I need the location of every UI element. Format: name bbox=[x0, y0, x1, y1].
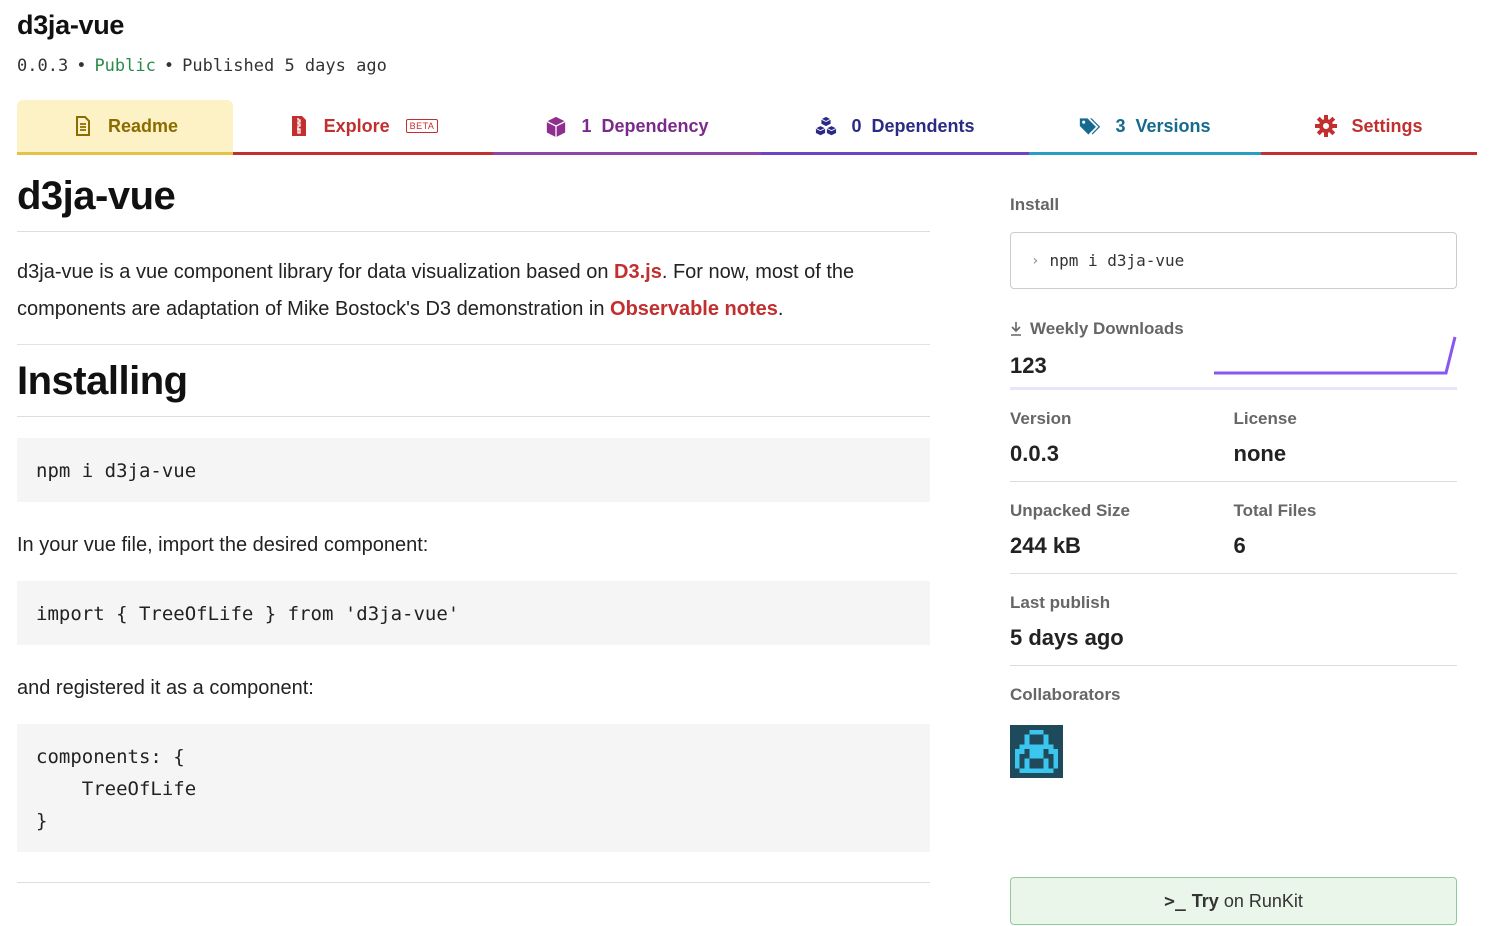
box-icon bbox=[545, 115, 567, 138]
code-block-import: import { TreeOfLife } from 'd3ja-vue' bbox=[17, 581, 930, 645]
published-label: Published 5 days ago bbox=[182, 56, 387, 76]
version-cell: Version 0.0.3 bbox=[1010, 409, 1234, 467]
version-license-row: Version 0.0.3 License none bbox=[1010, 390, 1457, 482]
tab-readme-label: Readme bbox=[107, 115, 179, 136]
collaborators-label: Collaborators bbox=[1010, 685, 1121, 704]
installing-heading: Installing bbox=[17, 359, 930, 417]
package-version: 0.0.3 bbox=[17, 56, 69, 76]
last-publish-value: 5 days ago bbox=[1010, 625, 1124, 650]
tab-settings[interactable]: Settings bbox=[1261, 100, 1477, 155]
tab-explore[interactable]: Explore BETA bbox=[233, 100, 493, 155]
boxes-icon bbox=[815, 115, 837, 137]
total-files-label: Total Files bbox=[1233, 501, 1317, 520]
last-publish-label: Last publish bbox=[1010, 593, 1111, 612]
tab-versions[interactable]: 3 Versions bbox=[1029, 100, 1261, 155]
d3js-link[interactable]: D3.js bbox=[614, 261, 662, 283]
beta-badge: BETA bbox=[405, 119, 439, 133]
weekly-downloads-label: Weekly Downloads bbox=[1030, 319, 1184, 338]
intro-text: . bbox=[777, 298, 784, 320]
unpacked-size-label: Unpacked Size bbox=[1010, 501, 1130, 520]
intro-text: d3ja-vue is a vue component library for … bbox=[17, 261, 615, 283]
last-publish-row: Last publish 5 days ago bbox=[1010, 574, 1457, 666]
readme-title: d3ja-vue bbox=[17, 172, 930, 232]
divider bbox=[17, 882, 930, 883]
visibility-label: Public bbox=[94, 56, 156, 76]
tab-explore-label: Explore bbox=[323, 115, 390, 136]
version-value: 0.0.3 bbox=[1010, 441, 1059, 466]
zip-file-icon bbox=[288, 115, 310, 137]
document-icon bbox=[72, 115, 94, 137]
meta-separator: • bbox=[76, 56, 87, 76]
meta-separator: • bbox=[163, 56, 175, 76]
tab-dependents[interactable]: 0 Dependents bbox=[761, 100, 1029, 155]
unpacked-size-cell: Unpacked Size 244 kB bbox=[1010, 501, 1234, 559]
package-sidebar: Install › npm i d3ja-vue Weekly Download… bbox=[1010, 195, 1457, 925]
gear-icon bbox=[1315, 115, 1338, 137]
register-paragraph: and registered it as a component: bbox=[17, 677, 314, 699]
version-label: Version bbox=[1010, 409, 1072, 428]
tags-icon bbox=[1079, 115, 1101, 137]
tab-readme[interactable]: Readme bbox=[17, 100, 233, 155]
unpacked-size-value: 244 kB bbox=[1010, 533, 1081, 558]
tab-dependency[interactable]: 1 Dependency bbox=[493, 100, 761, 155]
code-block-install: npm i d3ja-vue bbox=[17, 438, 930, 502]
readme-intro: d3ja-vue is a vue component library for … bbox=[17, 254, 930, 345]
tab-dependency-label: Dependency bbox=[601, 115, 709, 136]
runkit-label: on RunKit bbox=[1223, 890, 1303, 911]
license-label: License bbox=[1233, 409, 1297, 428]
total-files-value: 6 bbox=[1233, 533, 1246, 558]
license-cell: License none bbox=[1234, 409, 1458, 467]
weekly-downloads-row: 123 bbox=[1010, 336, 1457, 390]
install-command[interactable]: npm i d3ja-vue bbox=[1049, 251, 1184, 270]
code-block-register: components: { TreeOfLife } bbox=[17, 724, 930, 852]
license-value: none bbox=[1233, 441, 1287, 466]
terminal-prompt-icon: › bbox=[1031, 252, 1040, 269]
package-tabs: Readme Explore BETA 1 Dependency 0 Depen… bbox=[17, 100, 1477, 155]
install-command-box[interactable]: › npm i d3ja-vue bbox=[1010, 232, 1457, 289]
download-icon bbox=[1010, 321, 1022, 337]
package-title: d3ja-vue bbox=[17, 10, 125, 40]
tab-versions-label: Versions bbox=[1135, 115, 1211, 136]
dependents-count: 0 bbox=[851, 115, 862, 136]
observable-notes-link[interactable]: Observable notes bbox=[610, 298, 778, 320]
try-on-runkit-button[interactable]: >_ Try on RunKit bbox=[1010, 877, 1457, 925]
runkit-try-label: Try bbox=[1191, 890, 1219, 911]
size-files-row: Unpacked Size 244 kB Total Files 6 bbox=[1010, 482, 1457, 574]
import-paragraph: In your vue file, import the desired com… bbox=[17, 534, 429, 556]
package-meta: 0.0.3 • Public • Published 5 days ago bbox=[17, 56, 387, 76]
readme-content: d3ja-vue d3ja-vue is a vue component lib… bbox=[17, 172, 930, 883]
weekly-downloads-count: 123 bbox=[1010, 353, 1047, 378]
collaborator-avatar[interactable] bbox=[1010, 725, 1063, 778]
terminal-icon: >_ bbox=[1164, 890, 1186, 912]
versions-count: 3 bbox=[1115, 115, 1126, 136]
tab-dependents-label: Dependents bbox=[871, 115, 975, 136]
total-files-cell: Total Files 6 bbox=[1234, 501, 1458, 559]
install-label: Install bbox=[1010, 195, 1060, 214]
dependency-count: 1 bbox=[581, 115, 592, 136]
tab-settings-label: Settings bbox=[1351, 115, 1423, 136]
downloads-sparkline bbox=[1214, 336, 1457, 375]
collaborators-section: Collaborators bbox=[1010, 666, 1457, 778]
